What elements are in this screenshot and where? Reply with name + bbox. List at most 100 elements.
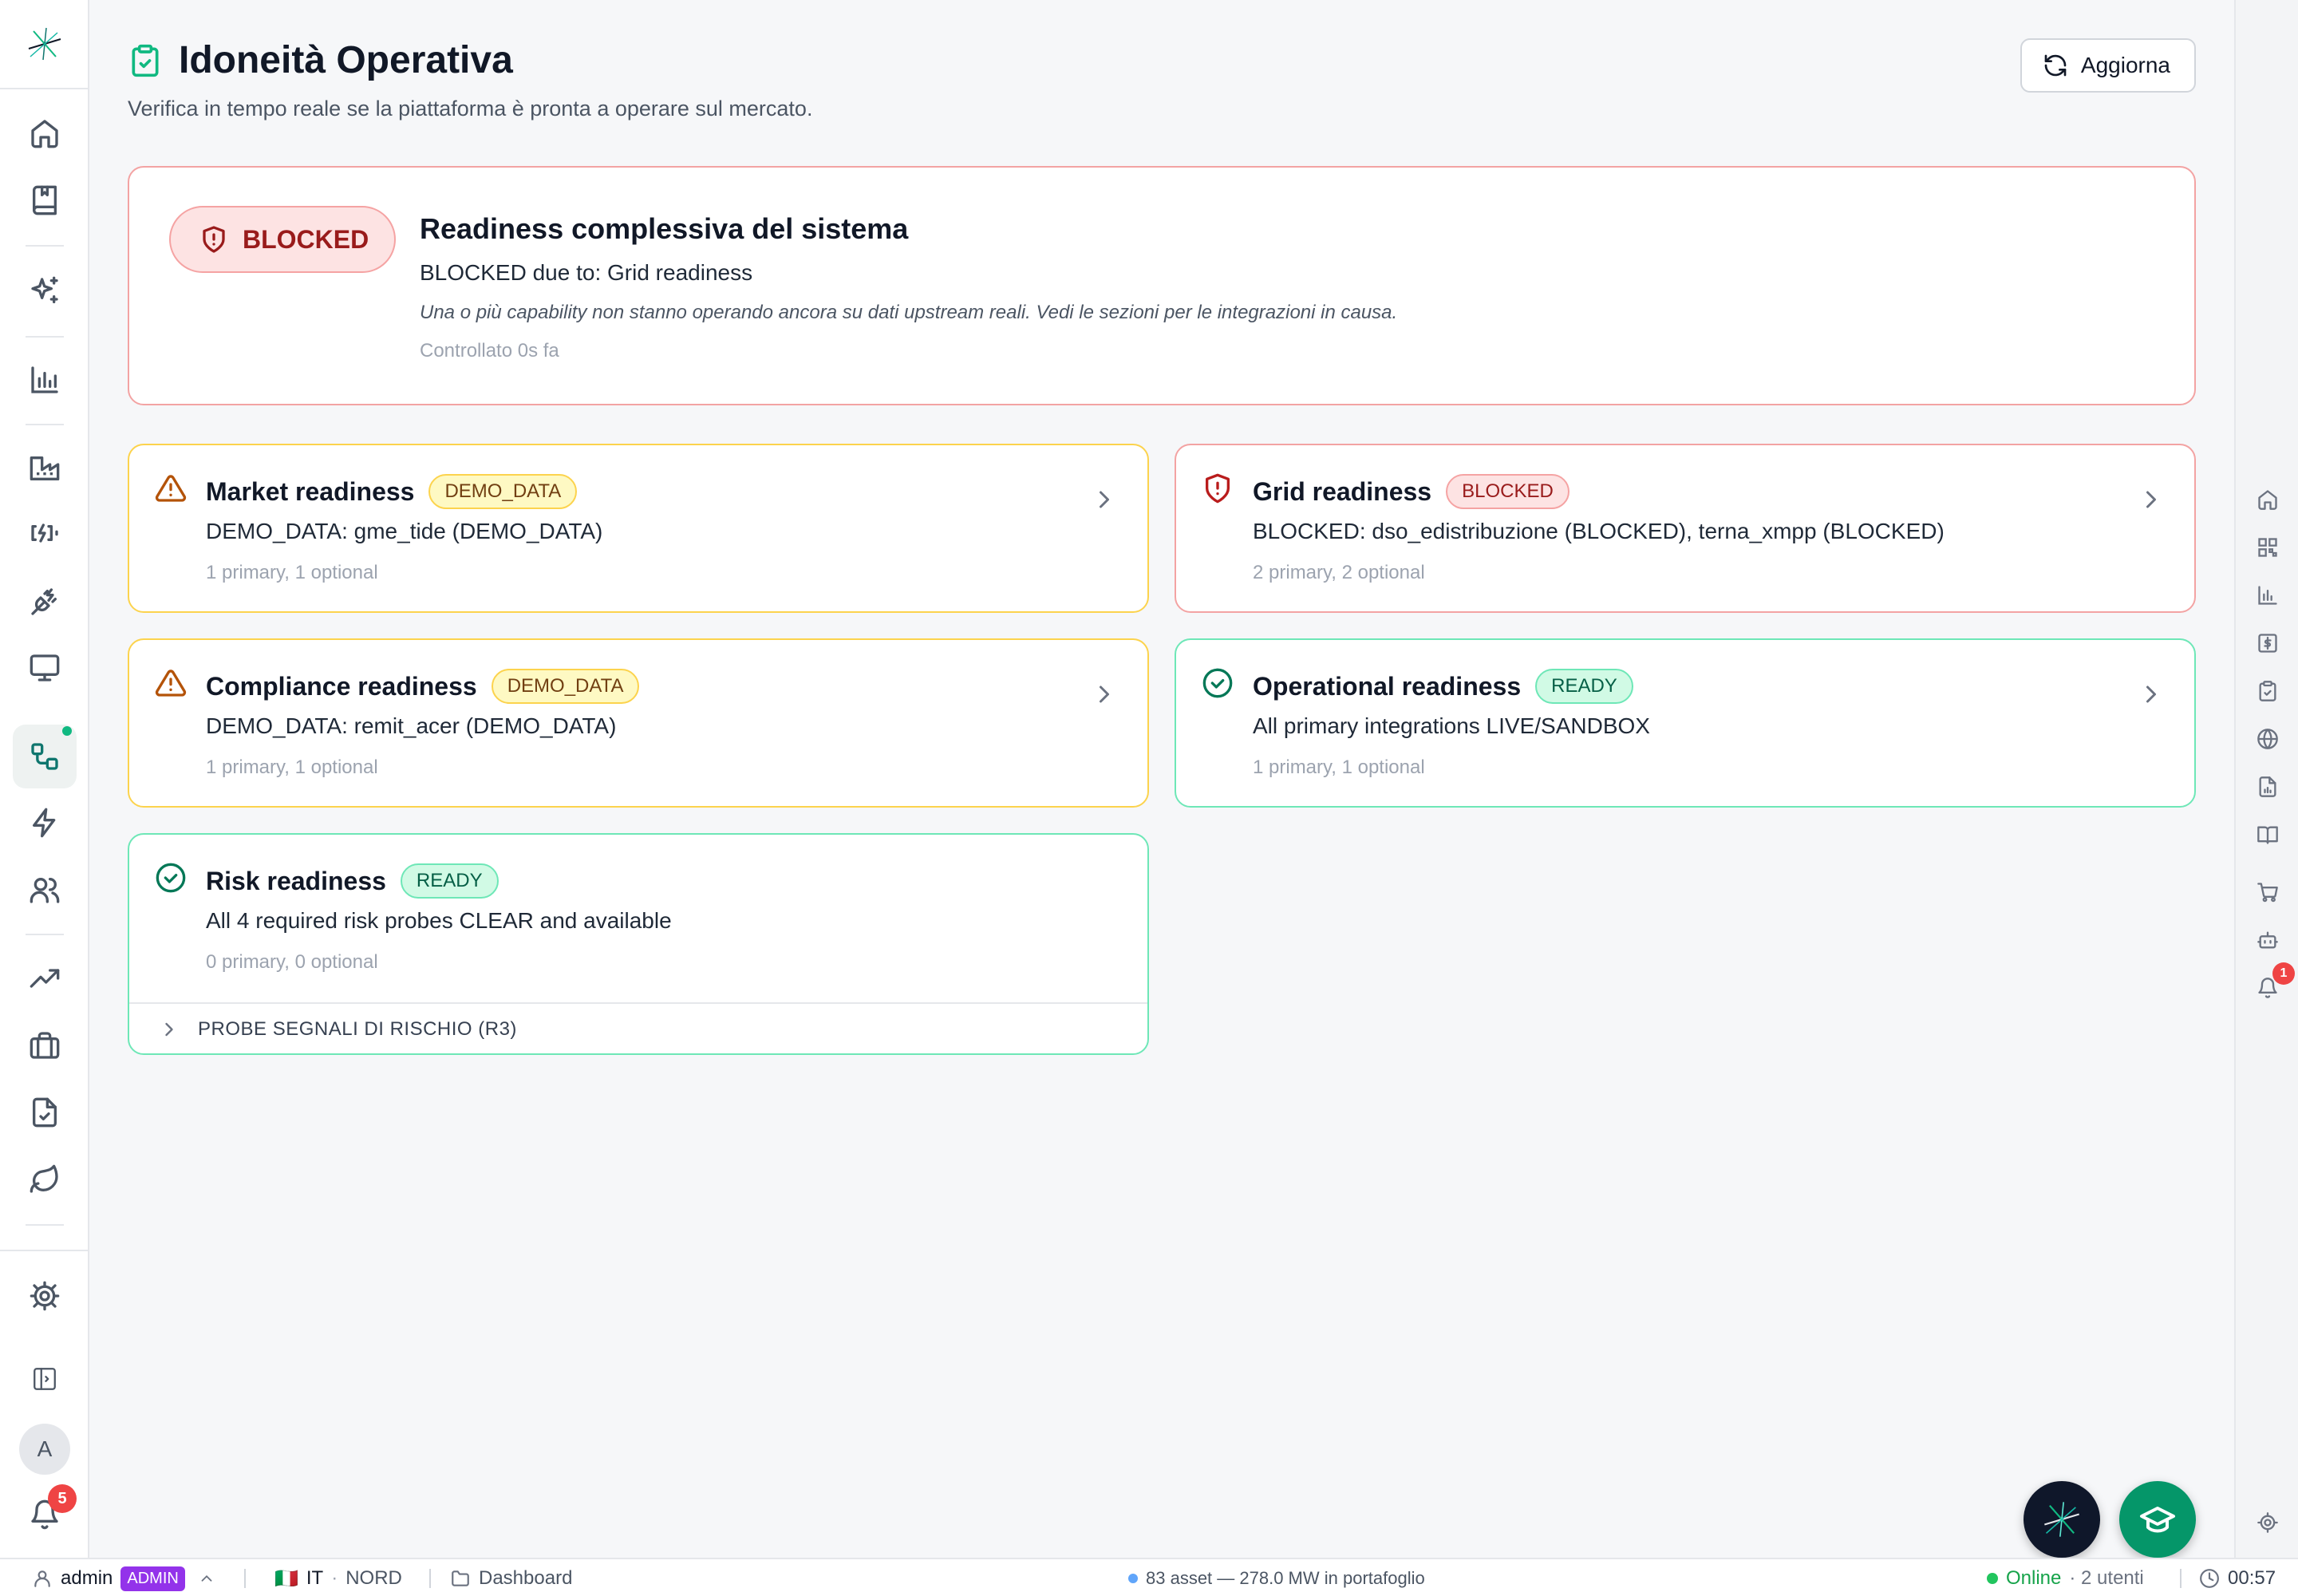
overall-readiness-panel: BLOCKED Readiness complessiva del sistem… [128,166,2196,405]
check-circle-icon [155,862,187,894]
warning-icon [155,667,187,699]
sparkles-icon [31,276,58,303]
status-badge: READY [400,863,499,899]
active-indicator-dot [62,726,72,736]
nav-storage[interactable] [13,501,77,565]
nav-monitor[interactable] [13,636,77,700]
nav-home[interactable] [13,101,77,165]
status-badge: DEMO_DATA [491,669,640,704]
nav-plants[interactable] [13,437,77,500]
rail-docs[interactable] [2253,820,2282,849]
connection-status: Online · 2 utenti [1987,1559,2144,1596]
nav-book[interactable] [13,168,77,232]
settings-icon [30,1281,60,1311]
sidebar-divider [0,1250,89,1251]
chevron-right-icon[interactable] [2137,485,2166,514]
chevron-right-icon[interactable] [2137,680,2166,709]
status-badge: DEMO_DATA [428,474,578,509]
card-description: All primary integrations LIVE/SANDBOX [1253,713,1650,738]
operational-readiness-card[interactable]: Operational readiness READY All primary i… [1175,638,2196,808]
file-chart-icon [2259,776,2276,797]
tutorial-fab[interactable] [2119,1481,2196,1558]
footer-divider [2180,1569,2182,1588]
breadcrumb-label: Dashboard [479,1567,573,1589]
rail-notification-badge: 1 [2272,962,2295,985]
card-title: Compliance readiness [206,671,477,701]
rail-settings[interactable] [2253,1508,2282,1537]
sidebar-toggle-button[interactable] [13,1347,77,1411]
rail-analytics[interactable] [2253,581,2282,610]
breadcrumb[interactable]: Dashboard [450,1559,572,1596]
settings-icon [2257,1512,2278,1533]
warning-icon [155,472,187,504]
trending-up-icon [30,969,60,988]
market-readiness-card[interactable]: Market readiness DEMO_DATA DEMO_DATA: gme… [128,444,1149,613]
card-title: Market readiness [206,476,415,506]
rail-reports[interactable] [2253,772,2282,801]
nav-compliance[interactable] [13,1080,77,1144]
clock: 00:57 [2199,1559,2276,1596]
portfolio-text: 83 asset — 278.0 MW in portafoglio [1146,1568,1425,1588]
avatar[interactable]: A [19,1424,70,1475]
page-title: Idoneità Operativa [179,39,513,81]
bot-icon [2257,931,2278,949]
refresh-button[interactable]: Aggiorna [2020,38,2196,93]
clock-icon [2200,1569,2219,1588]
rail-markets[interactable] [2253,725,2282,753]
leaf-icon [30,1164,58,1193]
card-title: Operational readiness [1253,671,1522,701]
card-description: All 4 required risk probes CLEAR and ava… [206,908,672,933]
app-logo[interactable] [0,0,89,89]
rail-dashboard[interactable] [2253,533,2282,562]
file-check-icon [33,1097,57,1128]
nav-portfolio[interactable] [13,1013,77,1077]
notification-count-badge: 5 [48,1484,77,1513]
compliance-readiness-card[interactable]: Compliance readiness DEMO_DATA DEMO_DATA:… [128,638,1149,808]
grid-readiness-card[interactable]: Grid readiness BLOCKED BLOCKED: dso_edist… [1175,444,2196,613]
footer-divider [244,1569,246,1588]
assistant-fab[interactable] [2024,1481,2100,1558]
nav-trends[interactable] [13,946,77,1010]
rail-readiness[interactable] [2253,677,2282,705]
battery-charging-icon [31,523,58,543]
rail-assistant[interactable] [2253,926,2282,954]
nav-connections[interactable] [13,570,77,634]
rail-home[interactable] [2253,485,2282,514]
overall-status-label: BLOCKED [243,224,369,254]
region-selector[interactable]: 🇮🇹 IT · NORD [274,1559,402,1596]
left-sidebar: A 5 [0,0,89,1558]
zone-label: NORD [345,1567,402,1589]
sidebar-divider [26,1224,64,1226]
right-rail: 1 [2234,0,2298,1558]
sidebar-divider [26,336,64,338]
nav-readiness[interactable] [13,725,77,788]
globe-icon [2257,729,2278,749]
card-description: DEMO_DATA: gme_tide (DEMO_DATA) [206,519,603,543]
book-icon [33,185,57,215]
nav-energy[interactable] [13,791,77,855]
refresh-icon [2044,54,2067,77]
user-menu[interactable]: admin ADMIN [32,1559,215,1596]
overall-note: Una o più capability non stanno operando… [420,302,1398,323]
nav-users[interactable] [13,858,77,922]
rail-billing[interactable] [2253,629,2282,658]
clipboard-check-icon [2259,681,2276,701]
card-title: Grid readiness [1253,476,1432,506]
nav-sustainability[interactable] [13,1148,77,1211]
shield-alert-icon [203,226,225,253]
risk-probes-expander[interactable]: PROBE SEGNALI DI RISCHIO (R3) [129,1002,1147,1055]
plug-icon [31,588,57,615]
refresh-label: Aggiorna [2080,53,2170,77]
status-badge: BLOCKED [1446,474,1570,509]
nav-settings[interactable] [13,1264,77,1328]
card-meta: 1 primary, 1 optional [206,562,378,583]
page-header: Idoneità Operativa Verifica in tempo rea… [128,38,2196,134]
nav-analytics[interactable] [13,348,77,412]
nav-ai[interactable] [13,259,77,323]
card-meta: 1 primary, 1 optional [1253,757,1425,778]
portfolio-summary: 83 asset — 278.0 MW in portafoglio [1128,1559,1425,1596]
rail-marketplace[interactable] [2253,878,2282,907]
chevron-right-icon[interactable] [1090,680,1119,709]
expander-label: PROBE SEGNALI DI RISCHIO (R3) [198,1018,517,1040]
chevron-right-icon[interactable] [1090,485,1119,514]
